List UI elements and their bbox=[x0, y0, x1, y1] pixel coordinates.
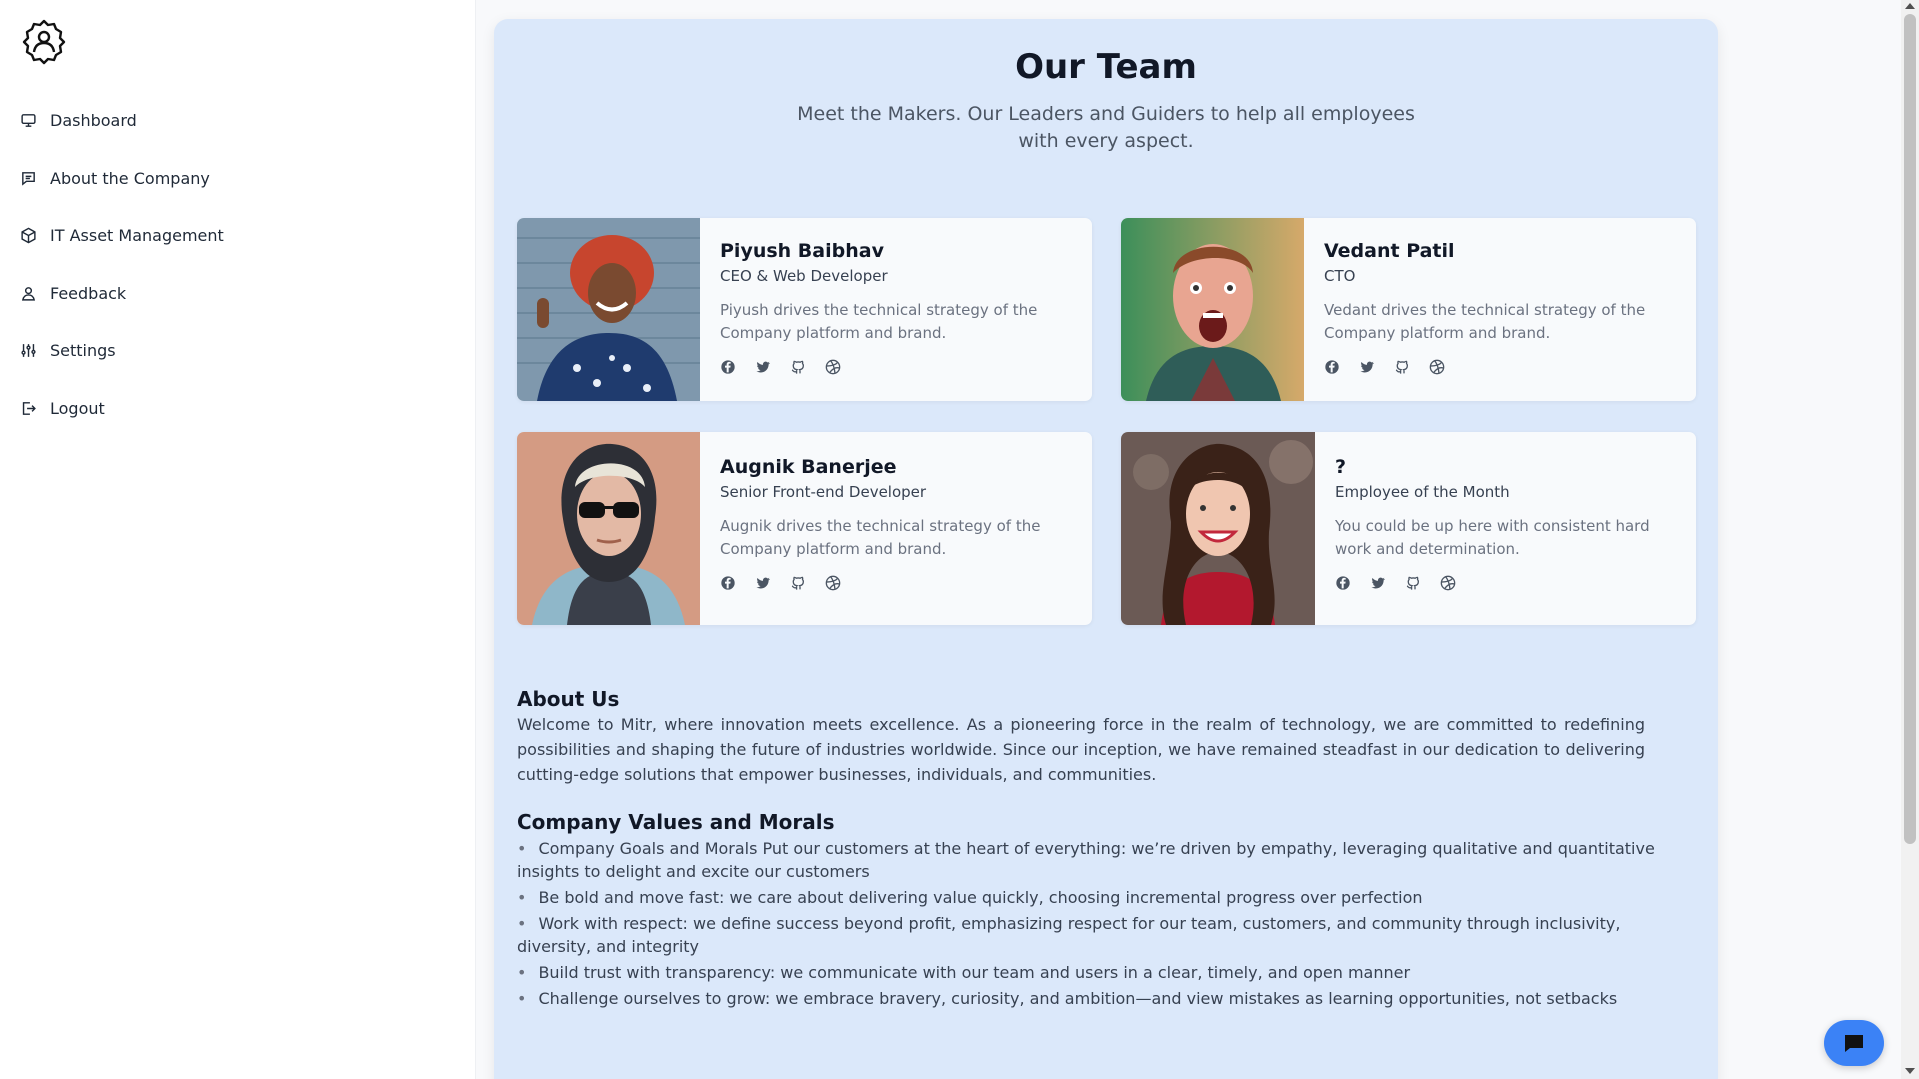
about-text: Welcome to Mitr, where innovation meets … bbox=[517, 715, 1645, 784]
member-name: Augnik Banerjee bbox=[720, 456, 897, 478]
page-subtitle: Meet the Makers. Our Leaders and Guiders… bbox=[797, 103, 1415, 152]
member-description: You could be up here with consistent har… bbox=[1335, 517, 1650, 558]
facebook-icon[interactable] bbox=[720, 359, 736, 375]
social-links bbox=[1335, 575, 1675, 591]
sidebar-item-label: Dashboard bbox=[50, 111, 137, 131]
logout-icon bbox=[20, 400, 37, 417]
dribbble-icon[interactable] bbox=[1440, 575, 1456, 591]
github-icon[interactable] bbox=[1394, 359, 1410, 375]
member-photo bbox=[517, 218, 700, 401]
member-info: Vedant Patil CTO Vedant drives the techn… bbox=[1324, 218, 1664, 375]
member-role: Senior Front-end Developer bbox=[720, 483, 927, 501]
dribbble-icon[interactable] bbox=[825, 359, 841, 375]
social-links bbox=[720, 575, 1060, 591]
social-links bbox=[1324, 359, 1664, 375]
chat-button[interactable] bbox=[1824, 1020, 1884, 1066]
sidebar-item-label: Logout bbox=[50, 398, 105, 418]
twitter-icon[interactable] bbox=[755, 359, 771, 375]
github-icon[interactable] bbox=[790, 359, 806, 375]
member-role: Employee of the Month bbox=[1335, 483, 1510, 501]
sidebar-item-dashboard[interactable]: Dashboard bbox=[20, 92, 224, 150]
about-heading: About Us bbox=[517, 687, 620, 711]
dribbble-icon[interactable] bbox=[825, 575, 841, 591]
member-photo bbox=[517, 432, 700, 625]
sidebar-item-settings[interactable]: Settings bbox=[20, 322, 224, 380]
sidebar-item-label: IT Asset Management bbox=[50, 226, 224, 246]
list-item: Company Goals and Morals Put our custome… bbox=[517, 837, 1677, 883]
sidebar-item-logout[interactable]: Logout bbox=[20, 380, 224, 438]
member-info: Augnik Banerjee Senior Front-end Develop… bbox=[720, 432, 1060, 591]
facebook-icon[interactable] bbox=[1335, 575, 1351, 591]
sidebar-item-feedback[interactable]: Feedback bbox=[20, 265, 224, 323]
facebook-icon[interactable] bbox=[720, 575, 736, 591]
member-name: Vedant Patil bbox=[1324, 240, 1455, 262]
sidebar-item-about[interactable]: About the Company bbox=[20, 150, 224, 208]
sidebar-item-it-assets[interactable]: IT Asset Management bbox=[20, 207, 224, 265]
sidebar: Dashboard About the Company IT Asset Man… bbox=[0, 0, 476, 1079]
sliders-icon bbox=[20, 342, 37, 359]
dribbble-icon[interactable] bbox=[1429, 359, 1445, 375]
twitter-icon[interactable] bbox=[1359, 359, 1375, 375]
twitter-icon[interactable] bbox=[1370, 575, 1386, 591]
message-icon bbox=[20, 170, 37, 187]
sidebar-item-label: About the Company bbox=[50, 168, 210, 188]
team-card: Vedant Patil CTO Vedant drives the techn… bbox=[1121, 218, 1696, 401]
member-description: Augnik drives the technical strategy of … bbox=[720, 517, 1041, 558]
sidebar-item-label: Feedback bbox=[50, 283, 127, 303]
values-heading: Company Values and Morals bbox=[517, 810, 835, 834]
facebook-icon[interactable] bbox=[1324, 359, 1340, 375]
github-icon[interactable] bbox=[790, 575, 806, 591]
list-item: Work with respect: we define success bey… bbox=[517, 912, 1677, 958]
twitter-icon[interactable] bbox=[755, 575, 771, 591]
member-role: CTO bbox=[1324, 267, 1356, 285]
list-item: Challenge ourselves to grow: we embrace … bbox=[517, 987, 1677, 1010]
scroll-thumb[interactable] bbox=[1904, 14, 1916, 844]
team-card: Piyush Baibhav CEO & Web Developer Piyus… bbox=[517, 218, 1092, 401]
team-card: Augnik Banerjee Senior Front-end Develop… bbox=[517, 432, 1092, 625]
team-panel: Our Team Meet the Makers. Our Leaders an… bbox=[494, 19, 1718, 1079]
values-list: Company Goals and Morals Put our custome… bbox=[517, 837, 1677, 1013]
logo-gear-icon[interactable] bbox=[20, 18, 68, 66]
scrollbar[interactable] bbox=[1901, 0, 1919, 1079]
box-icon bbox=[20, 227, 37, 244]
member-description: Vedant drives the technical strategy of … bbox=[1324, 301, 1646, 342]
page-title: Our Team bbox=[1015, 47, 1197, 87]
monitor-icon bbox=[20, 112, 37, 129]
member-info: ? Employee of the Month You could be up … bbox=[1335, 432, 1675, 591]
member-name: Piyush Baibhav bbox=[720, 240, 884, 262]
list-item: Build trust with transparency: we commun… bbox=[517, 961, 1677, 984]
member-name: ? bbox=[1335, 456, 1347, 478]
sidebar-nav: Dashboard About the Company IT Asset Man… bbox=[20, 92, 224, 437]
scroll-up-arrow-icon[interactable] bbox=[1905, 3, 1915, 9]
chat-bubble-icon bbox=[1842, 1031, 1866, 1055]
team-card: ? Employee of the Month You could be up … bbox=[1121, 432, 1696, 625]
member-description: Piyush drives the technical strategy of … bbox=[720, 301, 1038, 342]
social-links bbox=[720, 359, 1060, 375]
member-info: Piyush Baibhav CEO & Web Developer Piyus… bbox=[720, 218, 1060, 375]
member-photo bbox=[1121, 432, 1315, 625]
scroll-down-arrow-icon[interactable] bbox=[1905, 1068, 1915, 1074]
list-item: Be bold and move fast: we care about del… bbox=[517, 886, 1677, 909]
github-icon[interactable] bbox=[1405, 575, 1421, 591]
member-role: CEO & Web Developer bbox=[720, 267, 888, 285]
member-photo bbox=[1121, 218, 1304, 401]
user-icon bbox=[20, 285, 37, 302]
sidebar-item-label: Settings bbox=[50, 341, 116, 361]
